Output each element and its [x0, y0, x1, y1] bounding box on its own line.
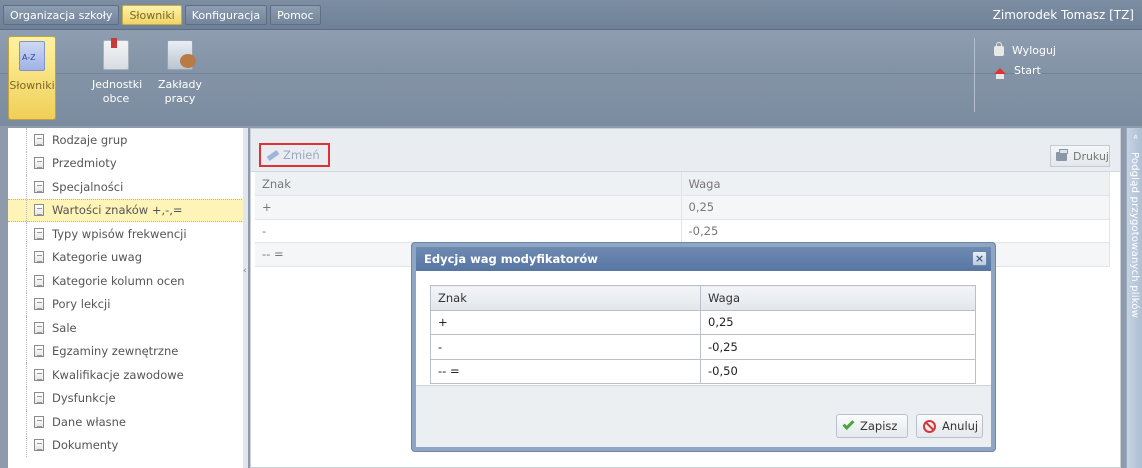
home-icon [994, 67, 1006, 79]
grid-header: Znak Waga [255, 172, 1110, 196]
cancel-button-label: Anuluj [942, 419, 979, 433]
list-item[interactable]: Sale [8, 316, 244, 340]
document-icon [34, 227, 44, 240]
ribbon-button-label: Jednostki obce [92, 78, 143, 105]
start-label: Start [1014, 64, 1041, 77]
files-preview-label: Podgląd przygotowanych plików [1129, 152, 1140, 319]
document-icon [34, 180, 44, 193]
list-item[interactable]: Kategorie uwag [8, 245, 244, 270]
menu-konfiguracja[interactable]: Konfiguracja [184, 5, 268, 25]
files-preview-tab[interactable]: « Podgląd przygotowanych plików [1126, 128, 1142, 468]
chevron-left-icon: « [1130, 134, 1140, 140]
list-item-selected[interactable]: Wartości znaków +,-,= [8, 198, 244, 222]
list-item[interactable]: Dysfunkcje [8, 386, 244, 411]
menu-slowniki[interactable]: Słowniki [122, 5, 182, 25]
cancel-icon [923, 419, 936, 433]
document-icon [34, 133, 44, 146]
lock-icon [994, 41, 1004, 56]
ribbon: Słowniki Jednostki obce Zakłady pracy Wy… [0, 30, 1142, 126]
grid-header: Znak Waga [430, 285, 976, 311]
ribbon-button-label: Zakłady pracy [157, 78, 202, 105]
logout-label: Wyloguj [1012, 44, 1056, 57]
top-menu-bar: Organizacja szkoły Słowniki Konfiguracja… [0, 0, 1142, 30]
table-row: - -0,25 [430, 334, 976, 360]
dictionary-list: Rodzaje grup Przedmioty Specjalności War… [8, 128, 246, 468]
column-header[interactable]: Znak [255, 172, 682, 196]
document-icon [34, 321, 44, 334]
checkmark-icon [842, 417, 855, 431]
dialog-title: Edycja wag modyfikatorów [424, 252, 598, 266]
ribbon-divider [974, 38, 975, 112]
column-header: Waga [700, 285, 976, 311]
list-item[interactable]: Kwalifikacje zawodowe [8, 363, 244, 387]
user-name: Zimorodek Tomasz [TZ] [992, 8, 1134, 22]
panel-splitter[interactable] [243, 128, 248, 468]
document-icon [34, 368, 44, 381]
ribbon-button-label: Słowniki [9, 79, 55, 92]
document-icon [34, 392, 44, 405]
document-icon [103, 38, 129, 70]
save-button-label: Zapisz [860, 419, 898, 433]
menu-organizacja-szkoly[interactable]: Organizacja szkoły [3, 5, 120, 25]
start-link[interactable]: Start [994, 64, 1041, 79]
table-row: -- = -0,50 [430, 358, 976, 384]
table-row[interactable]: + 0,25 [255, 195, 1110, 220]
close-icon[interactable]: × [972, 251, 987, 266]
edit-button[interactable]: Zmień [259, 143, 330, 167]
list-item[interactable]: Egzaminy zewnętrzne [8, 339, 244, 364]
document-icon [34, 157, 44, 170]
menu-pomoc[interactable]: Pomoc [270, 5, 321, 25]
print-button[interactable]: Drukuj [1050, 145, 1110, 167]
table-row: + 0,25 [430, 309, 976, 335]
main-menu: Organizacja szkoły Słowniki Konfiguracja… [3, 5, 321, 25]
weight-cell[interactable]: -0,50 [700, 358, 976, 384]
ribbon-button-zaklady-pracy[interactable]: Zakłady pracy [156, 36, 204, 106]
weight-cell[interactable]: -0,25 [700, 334, 976, 360]
weights-grid: Znak Waga + 0,25 - -0,25 -- = -0,50 [430, 285, 976, 384]
document-icon [34, 298, 44, 311]
printer-icon [1056, 148, 1068, 161]
edit-weights-dialog: Edycja wag modyfikatorów × Znak Waga + 0… [412, 243, 995, 451]
document-icon [34, 439, 44, 452]
table-row[interactable]: - -0,25 [255, 219, 1110, 243]
list-item[interactable]: Dane własne [8, 410, 244, 434]
weight-cell[interactable]: 0,25 [700, 309, 976, 335]
edit-button-label: Zmień [283, 148, 320, 162]
save-button[interactable]: Zapisz [836, 414, 908, 438]
ribbon-button-jednostki-obce[interactable]: Jednostki obce [92, 36, 143, 106]
logout-link[interactable]: Wyloguj [994, 41, 1056, 57]
print-button-label: Drukuj [1072, 149, 1109, 163]
list-item[interactable]: Pory lekcji [8, 292, 244, 317]
dictionary-icon [19, 41, 45, 71]
document-icon [34, 251, 44, 264]
list-item[interactable]: Typy wpisów frekwencji [8, 222, 244, 246]
list-item[interactable]: Specjalności [8, 175, 244, 199]
document-icon [34, 345, 44, 358]
list-item[interactable]: Kategorie kolumn ocen [8, 269, 244, 293]
dialog-footer: Zapisz Anuluj [416, 385, 991, 447]
list-item[interactable]: Przedmioty [8, 151, 244, 176]
cancel-button[interactable]: Anuluj [916, 414, 983, 438]
pencil-icon [266, 149, 280, 161]
dialog-body: Znak Waga + 0,25 - -0,25 -- = -0,50 [416, 271, 991, 385]
list-item[interactable]: Rodzaje grup [8, 128, 244, 152]
document-icon [34, 274, 44, 287]
column-header[interactable]: Waga [681, 172, 1110, 196]
briefcase-icon [167, 40, 196, 70]
column-header: Znak [430, 285, 701, 311]
grid-toolbar: Zmień Drukuj [251, 129, 1120, 172]
document-icon [34, 204, 44, 217]
dialog-title-bar: Edycja wag modyfikatorów × [416, 247, 991, 271]
ribbon-button-slowniki[interactable]: Słowniki [8, 36, 56, 120]
list-item[interactable]: Dokumenty [8, 433, 244, 458]
document-icon [34, 415, 44, 428]
